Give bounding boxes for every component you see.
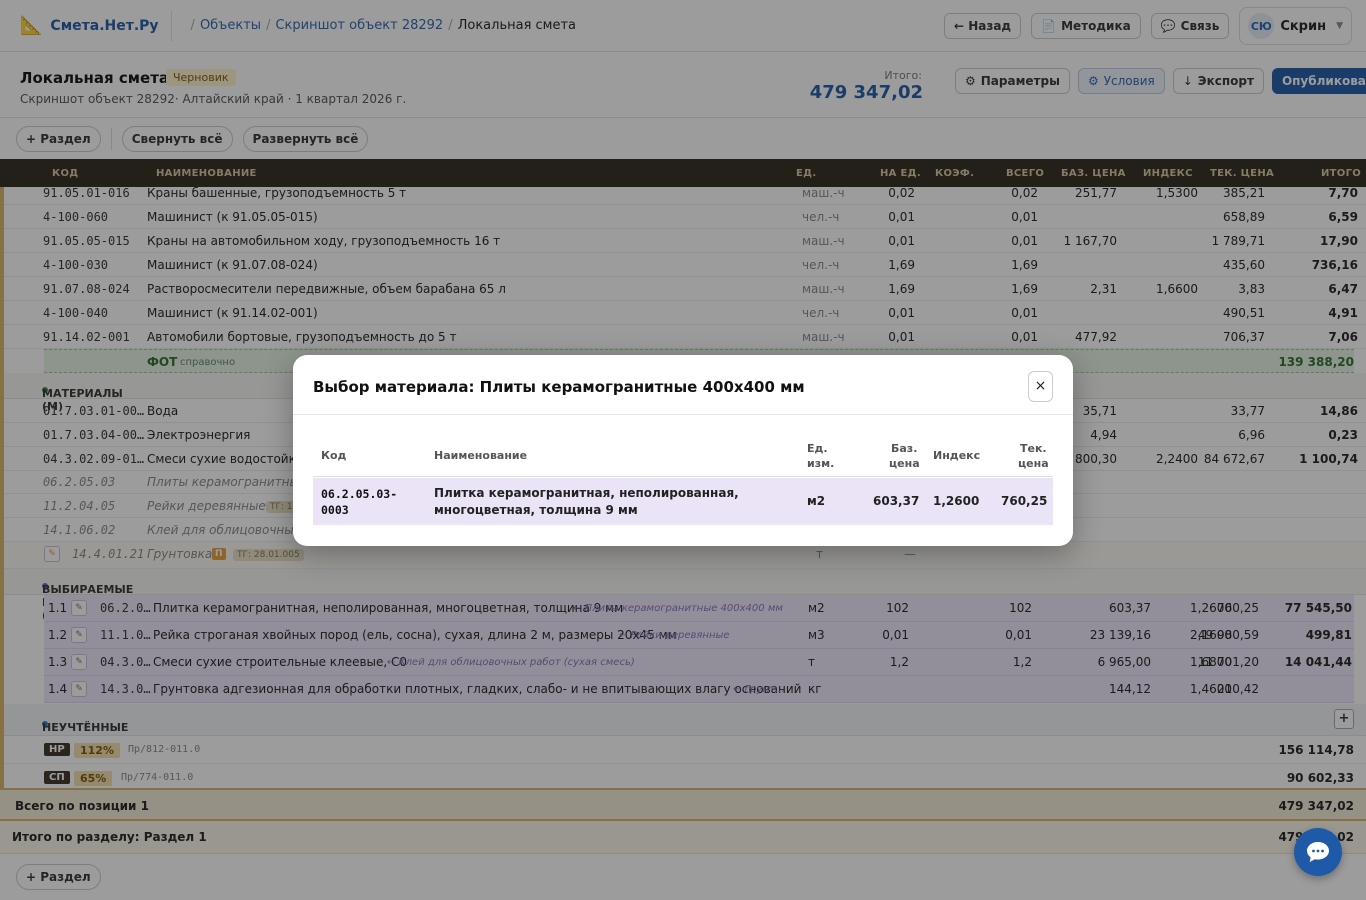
mr-cur: 760,25 [1001,494,1048,508]
mr-base: 603,37 [873,494,920,508]
mh-name: Наименование [434,449,528,462]
mh-unit1: Ед. [807,442,828,455]
mh-index: Индекс [933,449,981,462]
mr-code2: 0003 [321,503,349,517]
mh-cur1: Тек. [1020,442,1047,455]
close-button[interactable]: × [1028,371,1053,402]
mr-unit: м2 [807,494,826,508]
mh-cur2: цена [1018,457,1049,470]
modal-material-row[interactable]: 06.2.05.03- 0003 Плитка керамогранитная,… [313,478,1053,525]
mr-name1: Плитка керамогранитная, неполированная, [434,486,739,500]
mr-index: 1,2600 [933,494,980,508]
mh-unit2: изм. [807,457,835,470]
chat-bubble-icon [1307,842,1329,862]
modal-title: Выбор материала: Плиты керамогранитные 4… [313,378,805,396]
mr-name2: многоцветная, толщина 9 мм [434,503,638,517]
mh-base1: Баз. [891,442,918,455]
material-select-modal: Выбор материала: Плиты керамогранитные 4… [293,355,1073,546]
modal-table-header: Код Наименование Ед. изм. Баз. цена Инде… [313,439,1053,477]
chat-button[interactable] [1294,828,1342,876]
mr-code1: 06.2.05.03- [321,487,398,501]
mh-code: Код [321,449,347,462]
divider [293,414,1073,415]
mh-base2: цена [889,457,920,470]
